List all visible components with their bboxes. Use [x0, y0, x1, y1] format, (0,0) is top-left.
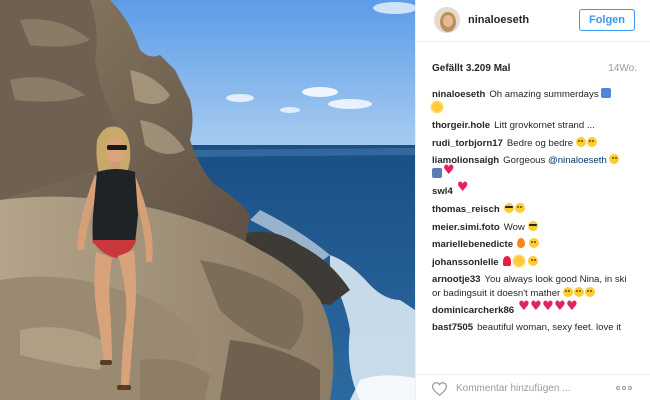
face-emoji-icon — [514, 203, 525, 213]
face-emoji-icon — [584, 286, 595, 297]
comment-username[interactable]: meier.simi.foto — [432, 222, 500, 233]
face-emoji-icon — [528, 238, 539, 248]
comment-username[interactable]: swl4 — [432, 186, 453, 197]
heart-emoji-icon — [554, 301, 566, 314]
comment-text: beautiful woman, sexy feet. love it — [477, 322, 622, 333]
heart-emoji-icon — [542, 301, 554, 314]
avatar[interactable] — [434, 7, 460, 33]
rose-emoji-icon — [502, 256, 511, 266]
comment-text: Bedre og bedre — [506, 138, 574, 149]
comment: mariellebenedicte — [432, 238, 637, 252]
comment-username[interactable]: thomas_reisch — [432, 204, 500, 215]
sun-emoji-icon — [432, 101, 442, 112]
comment: johanssonlelle — [432, 256, 637, 270]
comment: ninaloeseth Oh amazing summerdays — [432, 88, 637, 115]
heart-emoji-icon — [457, 182, 469, 195]
comment-bar — [416, 374, 650, 400]
comment: meier.simi.foto Wow — [432, 221, 637, 235]
comment: bast7505 beautiful woman, sexy feet. love… — [432, 322, 637, 335]
flame-emoji-icon — [517, 238, 526, 248]
post-timestamp[interactable]: 14Wo. — [608, 63, 637, 74]
comment-text: Litt grovkornet strand ... — [494, 120, 595, 131]
follow-button[interactable]: Folgen — [579, 9, 635, 31]
sunglasses-emoji-icon — [527, 221, 538, 231]
comment-username[interactable]: thorgeir.hole — [432, 120, 490, 131]
heart-emoji-icon — [518, 301, 530, 314]
comments-list: ninaloeseth Oh amazing summerdays thorgei… — [432, 88, 637, 358]
comment-username[interactable]: ninaloeseth — [432, 89, 485, 100]
sunglasses-emoji-icon — [503, 203, 514, 213]
comment: dominicarcherk86 — [432, 301, 637, 318]
comment-text: Oh amazing summerdays — [489, 89, 599, 100]
face-emoji-icon — [586, 137, 597, 147]
face-emoji-icon — [573, 286, 584, 297]
comment-username[interactable]: dominicarcherk86 — [432, 305, 514, 316]
face-emoji-icon — [562, 286, 573, 297]
comment-text: Wow — [503, 222, 525, 233]
sun-emoji-icon — [514, 256, 525, 266]
likes-count[interactable]: Gefällt 3.209 Mal — [432, 63, 510, 74]
face-emoji-icon — [528, 256, 538, 266]
face-emoji-icon — [575, 137, 586, 147]
heart-emoji-icon — [566, 301, 578, 314]
comment: thomas_reisch — [432, 203, 637, 217]
comment-mention[interactable]: @ninaloeseth — [548, 155, 607, 166]
post-sidebar: ninaloeseth Folgen Gefällt 3.209 Mal 14W… — [415, 0, 650, 400]
person-emoji-icon — [432, 167, 442, 178]
comment-username[interactable]: bast7505 — [432, 322, 473, 333]
comment-username[interactable]: johanssonlelle — [432, 257, 499, 268]
comment-username[interactable]: rudi_torbjorn17 — [432, 138, 503, 149]
comment-text: Gorgeous — [503, 155, 548, 166]
comment-username[interactable]: arnootje33 — [432, 274, 481, 285]
more-options-icon[interactable] — [616, 384, 636, 392]
post-photo[interactable] — [0, 0, 415, 400]
heart-emoji-icon — [530, 301, 542, 314]
likes-row: Gefällt 3.209 Mal 14Wo. — [432, 63, 637, 77]
comment: swl4 — [432, 182, 637, 199]
post-header: ninaloeseth Folgen — [416, 0, 650, 42]
comment: liamolionsaigh Gorgeous @ninaloeseth — [432, 154, 637, 181]
comment: thorgeir.hole Litt grovkornet strand ... — [432, 120, 637, 133]
post-image — [0, 0, 415, 400]
wave-emoji-icon — [601, 88, 612, 98]
heart-emoji-icon — [443, 165, 455, 178]
comment: rudi_torbjorn17 Bedre og bedre — [432, 137, 637, 151]
heart-eyes-emoji-icon — [609, 154, 620, 164]
comment-input[interactable] — [456, 380, 606, 397]
comment: arnootje33 You always look good Nina, in … — [432, 274, 637, 300]
comment-username[interactable]: mariellebenedicte — [432, 239, 513, 250]
author-username[interactable]: ninaloeseth — [468, 14, 529, 26]
heart-outline-icon[interactable] — [431, 382, 448, 397]
